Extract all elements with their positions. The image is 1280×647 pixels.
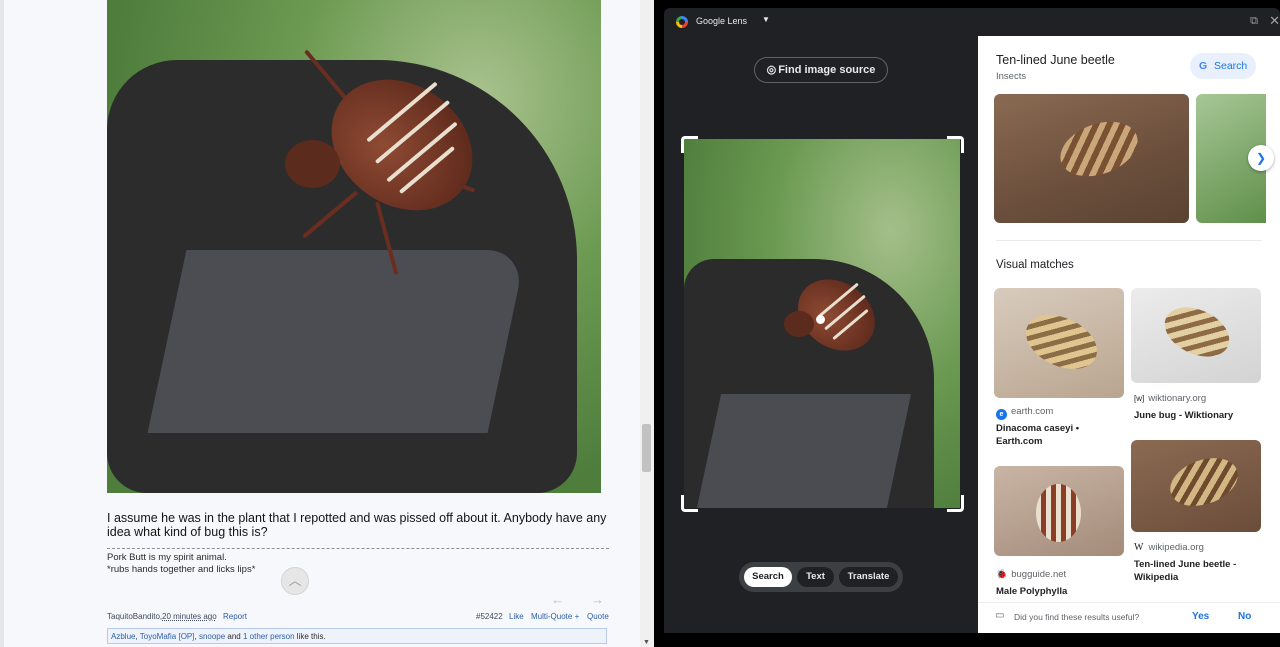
feedback-bar: ▭ Did you find these results useful? Yes…	[978, 602, 1280, 633]
feedback-icon: ▭	[995, 610, 1005, 621]
scrollbar-thumb[interactable]	[642, 424, 651, 472]
result-title[interactable]: Ten-lined June beetle	[996, 53, 1115, 67]
liker-link[interactable]: snoope	[199, 632, 225, 641]
find-image-source-label: Find image source	[778, 64, 876, 76]
beetle-shape	[1036, 484, 1081, 542]
beetle-photo[interactable]	[107, 0, 601, 493]
visual-match-image[interactable]	[1131, 440, 1261, 532]
google-search-button[interactable]: G Search	[1190, 53, 1256, 79]
crop-handle-bottom-left[interactable]	[681, 495, 698, 512]
google-lens-panel: Google Lens ▼ ⧉ ✕ ◎ Find image source Sea…	[654, 0, 1280, 647]
find-image-source-button[interactable]: ◎ Find image source	[754, 57, 888, 83]
page-gutter	[0, 0, 4, 647]
beetle-shape	[1052, 111, 1146, 187]
likes-separator: ,	[135, 632, 138, 641]
chevron-right-icon[interactable]: ❯	[1248, 145, 1274, 171]
result-subtitle: Insects	[996, 71, 1027, 82]
match-source-label: wiktionary.org	[1148, 393, 1207, 404]
post-author[interactable]: TaquitoBandito,	[107, 612, 162, 621]
mode-text-button[interactable]: Text	[797, 567, 834, 587]
match-source-label: bugguide.net	[1011, 569, 1067, 580]
google-g-icon: G	[1199, 60, 1208, 72]
match-source[interactable]: 🐞 bugguide.net	[996, 569, 1066, 580]
likes-and: and	[225, 632, 243, 641]
quote-link[interactable]: Quote	[587, 612, 609, 621]
feedback-yes-button[interactable]: Yes	[1192, 611, 1209, 622]
next-arrow-icon[interactable]: →	[591, 592, 604, 607]
mode-search-button[interactable]: Search	[744, 567, 792, 587]
lens-image-stage: ◎ Find image source Search Text Translate	[664, 36, 978, 633]
lens-results: Ten-lined June beetle Insects G Search ❯…	[978, 36, 1280, 633]
match-caption[interactable]: Dinacoma caseyi • Earth.com	[996, 422, 1116, 448]
crop-handle-top-left[interactable]	[681, 136, 698, 153]
beetle-head	[784, 311, 814, 337]
likes-bar: Azblue, ToyoMafia [OP], snoope and 1 oth…	[107, 628, 607, 644]
wiktionary-site-icon: [w]	[1134, 394, 1145, 403]
report-link[interactable]: Report	[223, 612, 247, 621]
glove-band-shape	[696, 394, 912, 508]
post-meta: TaquitoBandito, 20 minutes ago Report #5…	[107, 612, 609, 624]
result-image[interactable]	[994, 94, 1189, 223]
glove-band-shape	[147, 250, 527, 433]
match-source-label: earth.com	[1011, 406, 1054, 417]
prev-arrow-icon[interactable]: ←	[551, 592, 564, 607]
google-lens-logo-icon	[676, 16, 688, 28]
match-caption[interactable]: Male Polyphylla	[996, 585, 1116, 598]
liker-link[interactable]: ToyoMafia [OP]	[140, 632, 195, 641]
beetle-shape	[1156, 297, 1238, 367]
post-body: I assume he was in the plant that I repo…	[107, 511, 607, 539]
visual-match-image[interactable]	[994, 466, 1124, 556]
likes-suffix: like this.	[294, 632, 326, 641]
liker-link[interactable]: Azblue	[111, 632, 135, 641]
mode-translate-button[interactable]: Translate	[839, 567, 898, 587]
visual-match-image[interactable]	[994, 288, 1124, 398]
scroll-down-arrow-icon[interactable]: ▼	[643, 639, 650, 646]
multi-quote-link[interactable]: Multi-Quote +	[531, 612, 579, 621]
match-source-label: wikipedia.org	[1148, 542, 1204, 553]
selected-image-region[interactable]	[684, 139, 960, 508]
lens-topbar: Google Lens ▼ ⧉ ✕	[664, 8, 1280, 36]
scroll-up-button[interactable]: ︿	[281, 567, 309, 595]
signature-line: Pork Butt is my spirit animal.	[107, 552, 227, 563]
lens-mode-switcher: Search Text Translate	[739, 562, 903, 592]
earth-site-icon: e	[996, 409, 1007, 420]
other-likers-link[interactable]: 1 other person	[243, 632, 295, 641]
match-caption[interactable]: Ten-lined June beetle - Wikipedia	[1134, 558, 1259, 584]
feedback-question: Did you find these results useful?	[1014, 612, 1140, 622]
signature: Pork Butt is my spirit animal. *rubs han…	[107, 548, 609, 576]
bugguide-site-icon: 🐞	[996, 569, 1008, 579]
match-source[interactable]: Wwikipedia.org	[1134, 542, 1204, 553]
match-caption[interactable]: June bug - Wiktionary	[1134, 409, 1259, 422]
crop-handle-top-right[interactable]	[947, 136, 964, 153]
lens-title: Google Lens	[696, 16, 748, 26]
lens-search-icon: ◎	[766, 64, 777, 76]
selection-dot[interactable]	[816, 315, 825, 324]
match-source[interactable]: [w] wiktionary.org	[1134, 393, 1206, 404]
likes-separator: ,	[194, 632, 197, 641]
beetle-shape	[1163, 449, 1245, 515]
section-divider	[996, 240, 1262, 241]
beetle-shape	[1017, 304, 1106, 380]
like-link[interactable]: Like	[509, 612, 524, 621]
search-label: Search	[1214, 60, 1248, 72]
open-in-new-icon[interactable]: ⧉	[1250, 15, 1258, 28]
post-time[interactable]: 20 minutes ago	[162, 612, 217, 621]
close-icon[interactable]: ✕	[1269, 13, 1280, 29]
match-source[interactable]: e earth.com	[996, 406, 1053, 420]
signature-line: *rubs hands together and licks lips*	[107, 564, 256, 575]
visual-matches-heading: Visual matches	[996, 259, 1074, 271]
page-scrollbar[interactable]: ▼	[640, 0, 654, 647]
wikipedia-site-icon: W	[1134, 542, 1144, 553]
post-number[interactable]: #52422	[476, 612, 503, 621]
chevron-up-icon: ︿	[288, 573, 302, 588]
visual-match-image[interactable]	[1131, 288, 1261, 383]
crop-handle-bottom-right[interactable]	[947, 495, 964, 512]
forum-page: I assume he was in the plant that I repo…	[0, 0, 640, 647]
feedback-no-button[interactable]: No	[1238, 611, 1251, 622]
chevron-down-icon[interactable]: ▼	[762, 15, 770, 24]
beetle-head	[285, 140, 340, 188]
